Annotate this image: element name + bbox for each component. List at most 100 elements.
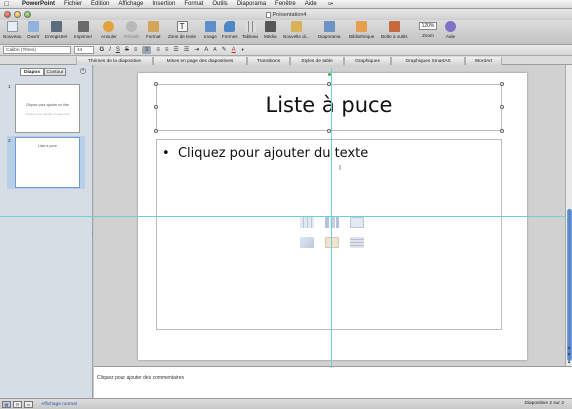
format-painter-button[interactable]: Format [146, 21, 161, 39]
font-color-dropdown-icon[interactable]: ▼ [241, 46, 245, 54]
zoom-field[interactable]: 120% [419, 22, 437, 30]
menu-edition[interactable]: Édition [91, 1, 109, 7]
chart-insert-icon[interactable] [325, 217, 339, 228]
powerpoint-window:  PowerPoint Fichier Édition Affichage I… [0, 0, 572, 409]
help-button[interactable]: Aide [445, 21, 456, 39]
redo-button[interactable]: Rétablir [124, 21, 140, 39]
vertical-scrollbar[interactable]: ▲ ▼ ▴ [565, 65, 572, 366]
tab-slide-themes[interactable]: Thèmes de la diapositive [76, 57, 153, 65]
bullet-line[interactable]: • Cliquez pour ajouter du texte [162, 146, 368, 161]
resize-handle[interactable] [500, 129, 504, 133]
menu-fenetre[interactable]: Fenêtre [275, 1, 296, 7]
horizontal-guide[interactable] [0, 216, 565, 217]
save-icon [50, 21, 62, 32]
resize-handle[interactable] [154, 105, 158, 109]
resize-handle[interactable] [500, 82, 504, 86]
strikethrough-button[interactable]: S [125, 46, 129, 54]
image-button[interactable]: Image [204, 21, 217, 39]
text-cursor-icon: I [339, 165, 341, 172]
tab-wordart[interactable]: WordArt [465, 57, 502, 65]
menu-aide[interactable]: Aide [305, 1, 317, 7]
library-button[interactable]: Bibliothèque [349, 21, 374, 39]
zoom-control[interactable]: 120% Zoom [419, 21, 437, 38]
align-center-icon[interactable]: ≡ [142, 46, 152, 54]
print-button[interactable]: Imprimer [74, 21, 92, 39]
menu-fichier[interactable]: Fichier [64, 1, 82, 7]
slideshow-view-icon[interactable]: ▭ [24, 400, 33, 408]
notes-resize-handle[interactable]: … [329, 364, 334, 370]
picture-insert-icon[interactable] [300, 237, 314, 248]
scroll-down-icon[interactable]: ▼ [566, 352, 572, 358]
toolbox-button[interactable]: Boîte à outils [381, 21, 408, 39]
menu-powerpoint[interactable]: PowerPoint [22, 1, 55, 7]
clipart-insert-icon[interactable] [325, 237, 339, 248]
tab-outline[interactable]: Contour [44, 68, 66, 76]
close-window-button[interactable] [4, 11, 11, 18]
movie-insert-icon[interactable] [350, 237, 364, 248]
menu-insertion[interactable]: Insertion [152, 1, 175, 7]
resize-handle[interactable] [500, 105, 504, 109]
scroll-up-icon[interactable]: ▲ [566, 345, 572, 351]
slide-thumbnail-2[interactable]: Liste à puce [15, 137, 80, 188]
scrollbar-thumb[interactable] [567, 209, 572, 361]
slideshow-button[interactable]: Diaporama [318, 21, 340, 39]
close-pane-icon[interactable]: × [80, 68, 86, 74]
notes-pane[interactable]: … Cliquez pour ajouter des commentaires [94, 364, 572, 398]
apple-icon[interactable]:  [4, 1, 10, 8]
redo-icon [126, 21, 138, 32]
notes-placeholder[interactable]: Cliquez pour ajouter des commentaires [97, 375, 184, 381]
tab-table-styles[interactable]: Styles de table [290, 57, 344, 65]
zoom-window-button[interactable] [24, 11, 31, 18]
indent-icon[interactable]: ⇥ [194, 46, 199, 54]
normal-view-icon[interactable]: ▤ [2, 400, 11, 408]
slide-title[interactable]: Liste à puce [157, 93, 501, 117]
shapes-button[interactable]: Formes [222, 21, 238, 39]
font-color-button[interactable]: A [232, 46, 236, 54]
tab-transitions[interactable]: Transitions [247, 57, 290, 65]
underline-button[interactable]: S [116, 46, 120, 54]
menu-format[interactable]: Format [184, 1, 203, 7]
bullets-icon[interactable]: ☰ [173, 46, 178, 54]
align-left-icon[interactable]: ≡ [134, 46, 138, 54]
script-menu-icon[interactable]: ✑ [328, 0, 334, 8]
table-button[interactable]: Tableau [242, 21, 258, 39]
justify-icon[interactable]: ≡ [165, 46, 169, 54]
font-size-field[interactable]: 44 [74, 46, 94, 54]
prev-slide-icon[interactable]: ▴ [566, 359, 572, 365]
slide-sorter-view-icon[interactable]: ☷ [13, 400, 22, 408]
textbox-button[interactable]: T Zone de texte [168, 21, 196, 39]
content-placeholder[interactable]: • Cliquez pour ajouter du texte I [156, 139, 502, 330]
resize-handle[interactable] [154, 82, 158, 86]
font-name-field[interactable]: Calibri (Titres) [3, 46, 71, 54]
italic-button[interactable]: I [109, 46, 111, 54]
tab-charts[interactable]: Graphiques [344, 57, 391, 65]
align-right-icon[interactable]: ≡ [156, 46, 160, 54]
minimize-window-button[interactable] [14, 11, 21, 18]
resize-handle[interactable] [154, 129, 158, 133]
standard-toolbar: Nouveau Ouvrir Enregistrer Imprimer Annu… [0, 20, 572, 45]
bold-button[interactable]: G [100, 46, 105, 54]
decrease-font-button[interactable]: A [213, 46, 216, 54]
slide-thumbnail-1[interactable]: Cliquez pour ajouter un titre Cliquez po… [15, 84, 80, 133]
media-button[interactable]: Média [264, 21, 277, 39]
numbering-icon[interactable]: ☰ [184, 46, 189, 54]
smartart-insert-icon[interactable] [350, 217, 364, 228]
highlight-icon[interactable]: ✎ [222, 46, 227, 54]
table-insert-icon[interactable] [300, 217, 314, 228]
view-label: Affichage normal [41, 401, 77, 407]
tab-smartart[interactable]: Graphiques SmartArt [391, 57, 465, 65]
title-placeholder[interactable]: Liste à puce [156, 84, 502, 131]
menu-outils[interactable]: Outils [212, 1, 227, 7]
menu-diaporama[interactable]: Diaporama [237, 1, 266, 7]
slideshow-icon [323, 21, 335, 32]
vertical-guide[interactable] [331, 68, 332, 367]
increase-font-button[interactable]: A [204, 46, 208, 54]
menu-affichage[interactable]: Affichage [118, 1, 143, 7]
new-button[interactable]: Nouveau [3, 21, 21, 39]
open-button[interactable]: Ouvrir [27, 21, 40, 39]
new-slide-button[interactable]: Nouvelle di... [283, 21, 310, 39]
tab-slides[interactable]: Diapos [20, 68, 44, 76]
tab-slide-layouts[interactable]: Mises en page des diapositives [153, 57, 247, 65]
undo-button[interactable]: Annuler [101, 21, 117, 39]
save-button[interactable]: Enregistrer [45, 21, 67, 39]
